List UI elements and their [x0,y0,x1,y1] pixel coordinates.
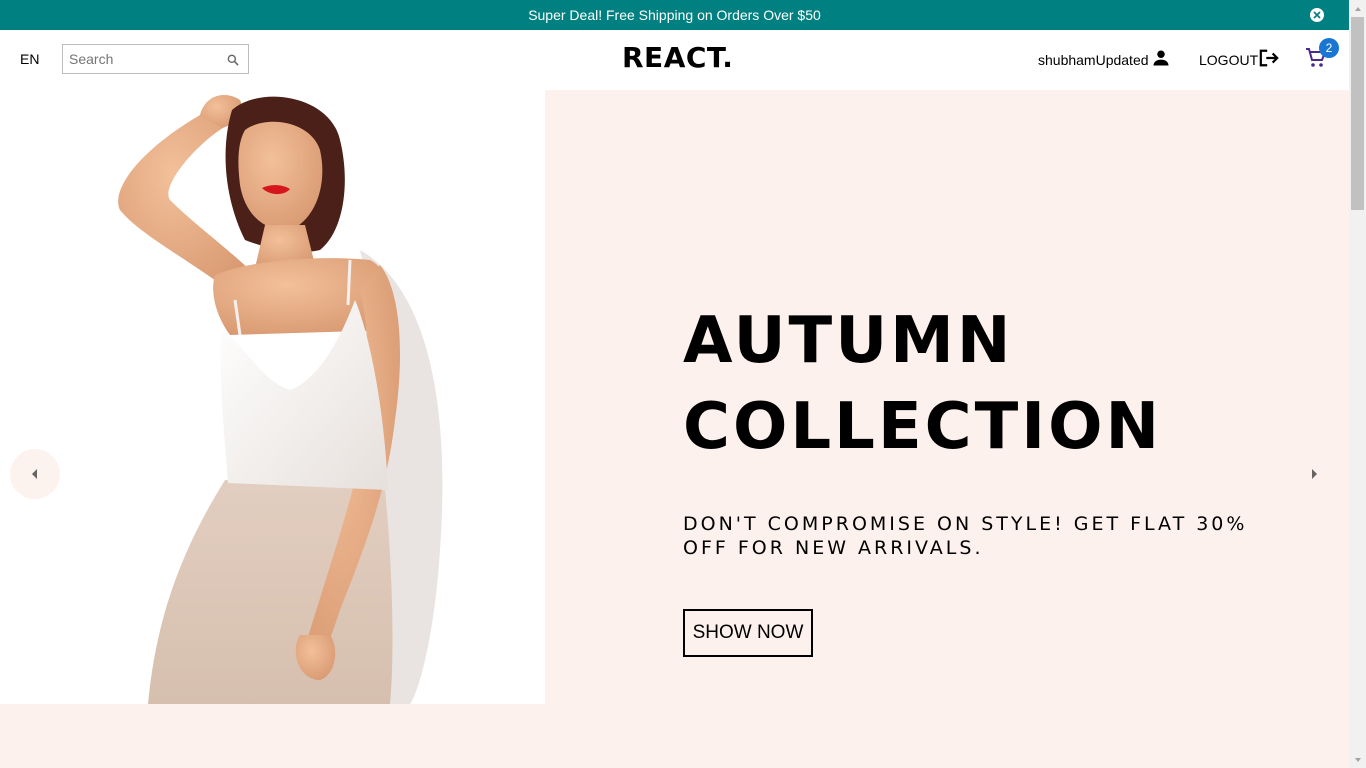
slider-next-button[interactable] [1289,449,1339,499]
arrow-right-icon [1309,465,1319,484]
user-menu[interactable]: shubhamUpdated [1038,48,1171,71]
person-icon [1149,48,1171,71]
logo[interactable]: REACT. [622,41,733,74]
username: shubhamUpdated [1038,51,1149,68]
logout-icon [1258,48,1280,71]
announcement-text: Super Deal! Free Shipping on Orders Over… [528,7,821,23]
logout-label: LOGOUT [1199,51,1259,68]
slide-description: DON'T COMPROMISE ON STYLE! GET FLAT 30% … [683,513,1248,559]
show-now-button[interactable]: SHOW NOW [683,609,813,657]
logout-button[interactable]: LOGOUT [1199,48,1280,71]
slider-prev-button[interactable] [10,449,60,499]
arrow-left-icon [30,465,40,484]
scroll-up-arrow-icon[interactable] [1349,0,1366,17]
search-icon[interactable] [226,52,240,66]
cart-badge: 2 [1319,38,1339,58]
scroll-thumb[interactable] [1351,17,1364,210]
search-input[interactable] [63,46,218,72]
scroll-down-arrow-icon[interactable] [1349,751,1366,768]
hero-slider: AUTUMN COLLECTION DON'T COMPROMISE ON ST… [0,90,1349,768]
search-container [62,44,249,74]
announcement-bar: Super Deal! Free Shipping on Orders Over… [0,0,1349,30]
cart-icon [1304,48,1328,74]
cart-button[interactable]: 2 [1304,38,1339,74]
close-circle-icon[interactable] [1310,8,1324,22]
woman-in-white-satin-top-photo [0,90,545,704]
page-scrollbar[interactable] [1349,0,1366,768]
slide-title: AUTUMN COLLECTION [683,304,1163,464]
navbar: EN REACT. shubhamUpdated LOGOUT 2 [0,30,1349,90]
language-label: EN [20,51,40,67]
